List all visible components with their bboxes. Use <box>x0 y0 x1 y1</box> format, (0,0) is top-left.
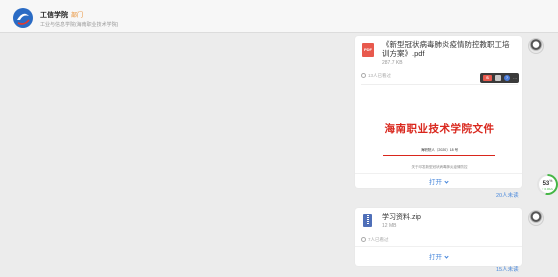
zip-stripe <box>366 215 369 225</box>
wps-icon[interactable]: S <box>483 75 492 81</box>
open-label: 打开 <box>429 254 442 261</box>
group-subtitle: 工业与信息学院(海南职业技术学院) <box>40 22 119 28</box>
preview-ref-no: 海职院人〔2020〕18 号 <box>420 148 459 152</box>
file-name[interactable]: 学习资料.zip <box>382 213 516 222</box>
group-tag: 部门 <box>71 13 84 19</box>
preview-red-line <box>383 155 495 156</box>
chevron-down-icon <box>444 179 449 184</box>
document-icon[interactable] <box>495 75 501 81</box>
progress-speed: ↑ 0.0K/s <box>542 187 553 191</box>
sender-avatar[interactable] <box>528 38 544 54</box>
file-size: 287.7 KB <box>382 60 403 66</box>
preview-subtitle: 关于印发新型冠状病毒肺炎疫情防控 <box>411 165 468 169</box>
divider <box>355 173 522 174</box>
document-preview[interactable]: 海南职业技术学院文件 海职院人〔2020〕18 号 关于印发新型冠状病毒肺炎疫情… <box>361 84 518 172</box>
school-logo <box>13 8 33 28</box>
read-info: 7人已看过 <box>361 237 389 243</box>
read-info-text: 7人已看过 <box>368 237 389 242</box>
unread-count[interactable]: 20人未读 <box>496 191 519 199</box>
progress-indicator: 53% ↑ 0.0K/s <box>537 174 558 195</box>
file-message-card[interactable]: 学习资料.zip 12 MB 7人已看过 打开 <box>355 208 522 266</box>
preview-toolbar: S ? ··· <box>480 73 519 83</box>
chat-header: 工信学院 部门 工业与信息学院(海南职业技术学院) <box>0 0 558 33</box>
open-label: 打开 <box>429 179 442 186</box>
zip-icon <box>363 214 372 227</box>
progress-inner: 53% ↑ 0.0K/s <box>539 176 556 193</box>
help-icon[interactable]: ? <box>504 75 510 81</box>
chevron-down-icon <box>444 254 449 259</box>
preview-title: 海南职业技术学院文件 <box>384 123 495 135</box>
file-name[interactable]: 《新型冠状病毒肺炎疫情防控教职工培训方案》.pdf <box>382 40 516 58</box>
file-message-card[interactable]: PDF 《新型冠状病毒肺炎疫情防控教职工培训方案》.pdf 287.7 KB 1… <box>355 36 522 188</box>
divider <box>355 246 522 247</box>
sender-avatar[interactable] <box>528 210 544 226</box>
group-name: 工信学院 <box>40 12 68 19</box>
unread-count[interactable]: 15人未读 <box>496 265 519 273</box>
pdf-icon-label: PDF <box>364 47 372 52</box>
read-info: 13人已看过 <box>361 73 391 79</box>
progress-value: 53% <box>539 179 556 187</box>
clock-icon <box>361 73 366 79</box>
open-button[interactable]: 打开 <box>355 251 522 261</box>
more-icon[interactable]: ··· <box>513 76 517 81</box>
pdf-icon: PDF <box>362 43 374 57</box>
clock-icon <box>361 237 366 243</box>
file-size: 12 MB <box>382 223 397 229</box>
open-button[interactable]: 打开 <box>355 176 522 186</box>
read-info-text: 13人已看过 <box>368 73 392 78</box>
progress-unit: % <box>549 179 553 183</box>
